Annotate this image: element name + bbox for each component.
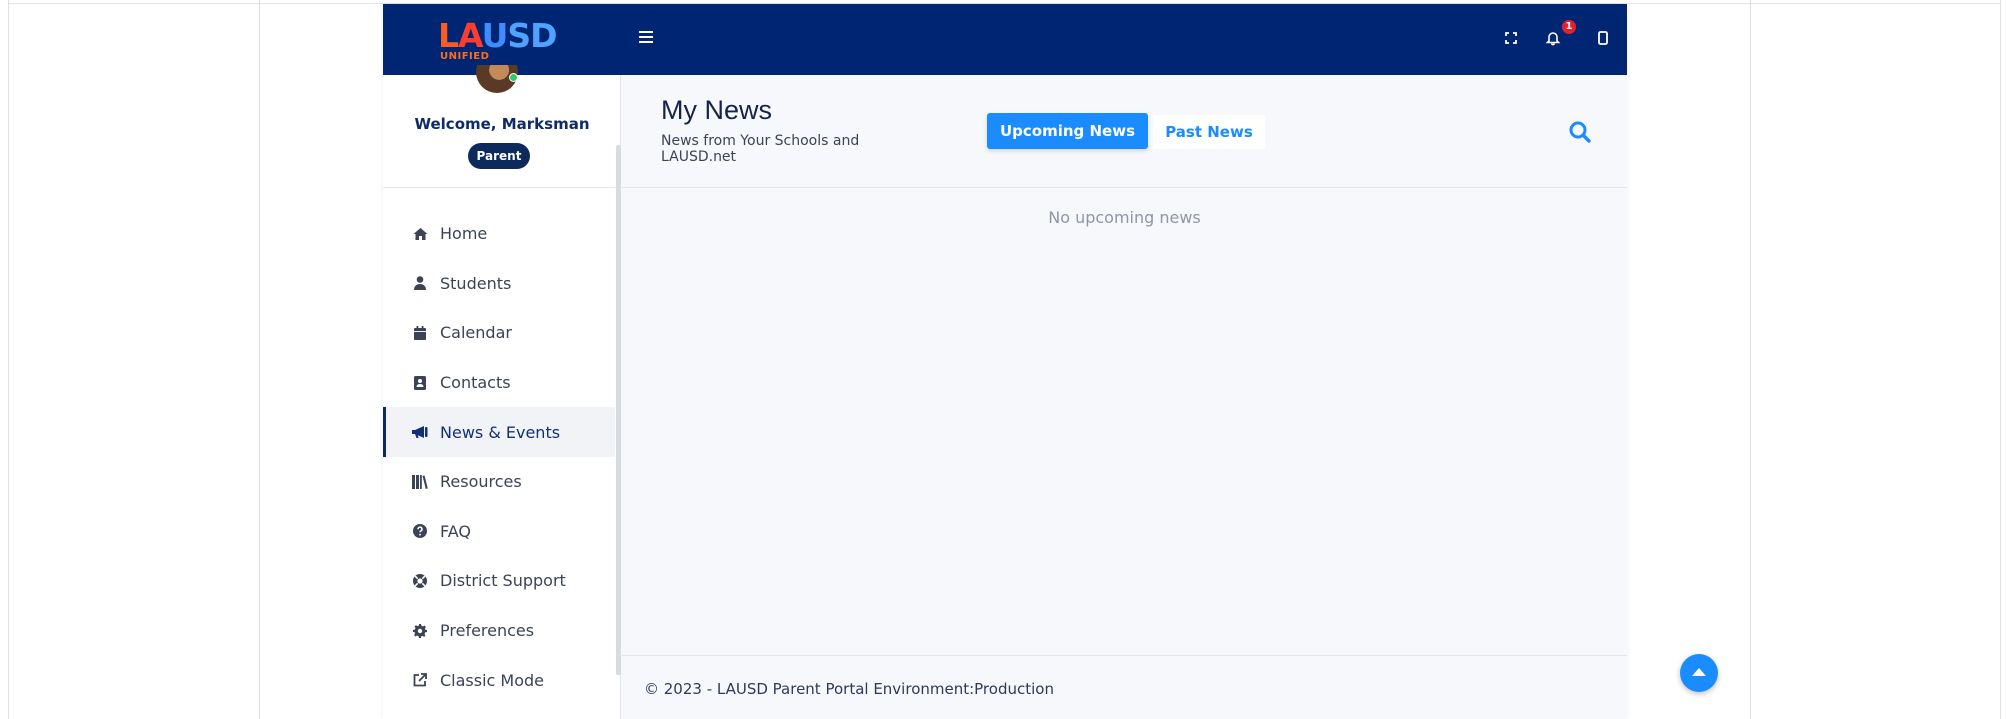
main-content: My News News from Your Schools and LAUSD… <box>622 75 1627 719</box>
sidebar-item-home[interactable]: Home <box>383 209 615 259</box>
avatar[interactable] <box>476 65 518 93</box>
role-badge: Parent <box>468 143 530 169</box>
page-frame-left-inner <box>259 0 260 719</box>
page-frame-right-outer <box>2000 0 2001 719</box>
top-bar: LAUSD UNIFIED 1 <box>383 4 1627 75</box>
external-link-icon <box>412 672 428 688</box>
page-frame-left-outer <box>8 0 9 719</box>
sidebar-item-label: District Support <box>440 571 566 591</box>
home-icon <box>412 226 428 242</box>
lausd-logo[interactable]: LAUSD UNIFIED <box>438 18 568 64</box>
logo-subtitle: UNIFIED <box>440 51 490 62</box>
sidebar-scrollbar[interactable] <box>616 145 621 675</box>
sidebar: Welcome, Marksman Parent Home Students C… <box>383 65 621 719</box>
sidebar-nav: Home Students Calendar Contacts News & E… <box>383 209 615 705</box>
contact-card-icon <box>412 375 428 391</box>
sidebar-item-students[interactable]: Students <box>383 259 615 309</box>
sidebar-item-news-events[interactable]: News & Events <box>383 407 615 457</box>
header-divider <box>622 187 1627 188</box>
lifebuoy-icon <box>412 573 428 589</box>
fullscreen-icon[interactable] <box>1501 28 1521 48</box>
sidebar-item-contacts[interactable]: Contacts <box>383 358 615 408</box>
scroll-to-top-button[interactable] <box>1680 654 1718 692</box>
logo-wordmark: LAUSD <box>438 16 558 55</box>
sidebar-item-label: FAQ <box>440 521 471 541</box>
sidebar-item-label: Resources <box>440 472 522 492</box>
menu-icon[interactable] <box>639 31 653 45</box>
welcome-text: Welcome, Marksman <box>414 115 590 133</box>
question-icon <box>412 523 428 539</box>
sidebar-item-label: Students <box>440 273 512 293</box>
notification-badge: 1 <box>1562 20 1576 34</box>
page-subtitle: News from Your Schools and LAUSD.net <box>661 133 860 165</box>
user-icon <box>412 275 428 291</box>
page-title: My News <box>661 95 773 125</box>
gear-icon <box>412 623 428 639</box>
footer-text: © 2023 - LAUSD Parent Portal Environment… <box>644 680 1054 698</box>
tab-upcoming-news[interactable]: Upcoming News <box>987 113 1148 149</box>
device-icon[interactable] <box>1593 28 1613 48</box>
bell-icon[interactable] <box>1543 28 1563 48</box>
sidebar-item-label: Contacts <box>440 373 511 393</box>
sidebar-item-resources[interactable]: Resources <box>383 457 615 507</box>
online-status-dot <box>509 73 518 82</box>
sidebar-item-label: Preferences <box>440 621 535 641</box>
empty-state-message: No upcoming news <box>1048 208 1201 227</box>
sidebar-item-faq[interactable]: FAQ <box>383 507 615 557</box>
sidebar-item-label: Calendar <box>440 323 512 343</box>
sidebar-item-label: News & Events <box>440 422 561 442</box>
sidebar-item-label: Classic Mode <box>440 670 545 690</box>
tab-past-news[interactable]: Past News <box>1153 115 1265 149</box>
sidebar-item-calendar[interactable]: Calendar <box>383 308 615 358</box>
page-frame-right-inner <box>1750 0 1751 719</box>
sidebar-item-preferences[interactable]: Preferences <box>383 606 615 656</box>
caret-up-icon <box>1692 668 1706 676</box>
megaphone-icon <box>412 424 428 440</box>
sidebar-item-label: Home <box>440 224 488 244</box>
footer-divider <box>622 655 1627 656</box>
search-icon[interactable] <box>1567 119 1593 145</box>
sidebar-item-classic-mode[interactable]: Classic Mode <box>383 655 615 705</box>
sidebar-divider <box>383 187 621 188</box>
books-icon <box>412 474 428 490</box>
app-container: LAUSD UNIFIED 1 Welcome, Marksman Parent… <box>383 4 1627 719</box>
sidebar-item-district-support[interactable]: District Support <box>383 556 615 606</box>
calendar-icon <box>412 325 428 341</box>
